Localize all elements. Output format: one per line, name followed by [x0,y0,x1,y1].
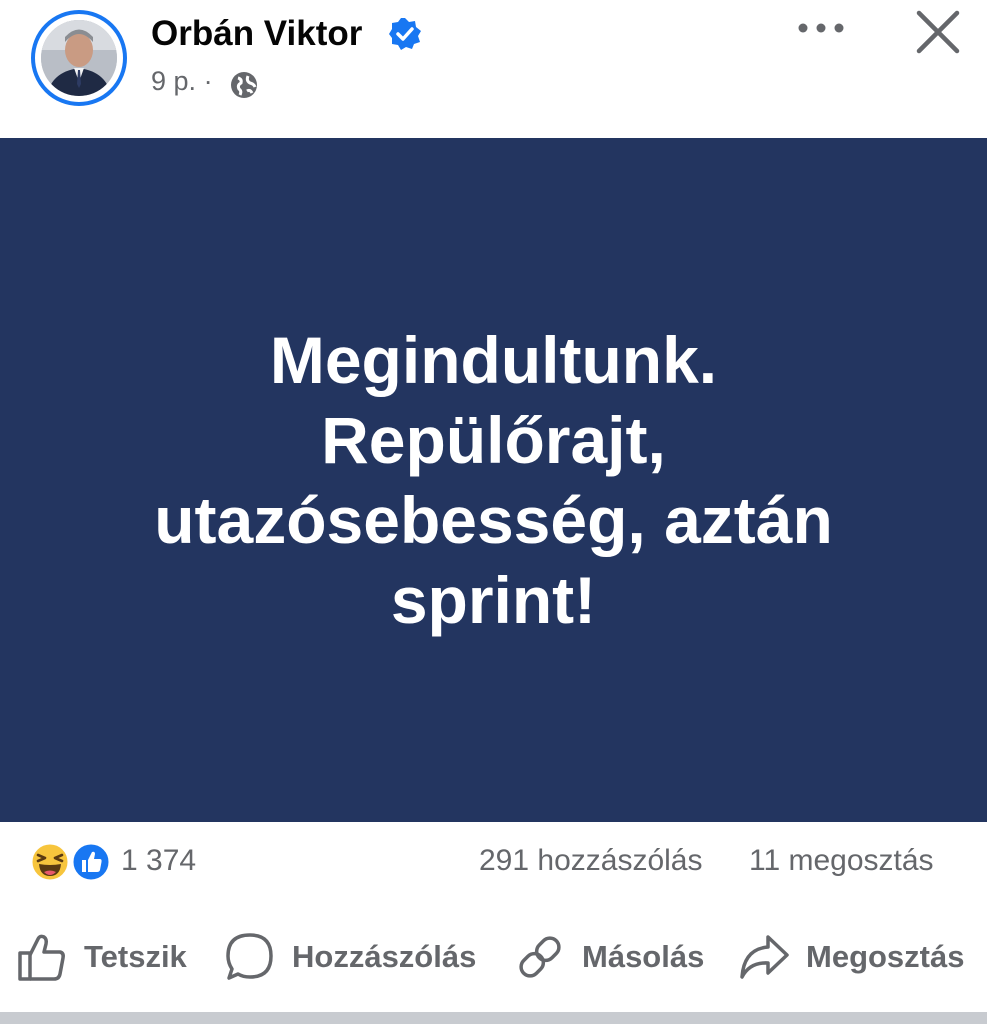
divider [0,1012,987,1024]
post-text-container: Megindultunk. Repülőrajt, utazósebesség,… [0,138,987,822]
like-reaction-icon[interactable] [71,842,111,882]
avatar[interactable] [31,10,127,106]
action-bar: Tetszik Hozzászólás Másolás Megosztás [0,915,987,1005]
share-arrow-icon [740,935,789,979]
more-options-icon[interactable] [795,14,847,42]
link-icon [519,936,561,978]
comments-count[interactable]: 291 hozzászólás [479,844,702,878]
author-name[interactable]: Orbán Viktor [151,14,362,54]
comment-label: Hozzászólás [292,939,477,974]
like-label: Tetszik [84,939,187,974]
meta-separator: · [203,66,213,96]
copy-label: Másolás [582,939,705,974]
globe-icon [231,72,257,98]
post-header: Orbán Viktor 9 p. · [0,0,987,138]
comment-button[interactable]: Hozzászólás [224,927,476,987]
reaction-count[interactable]: 1 374 [121,844,196,878]
share-button[interactable]: Megosztás [738,927,964,987]
post-stats: 1 374 291 hozzászólás 11 megosztás [0,830,987,900]
like-button[interactable]: Tetszik [16,927,187,987]
verified-badge-icon [389,18,421,50]
post-meta: 9 p. · [151,66,213,97]
post-time[interactable]: 9 p. [151,66,196,96]
post-text: Megindultunk. Repülőrajt, utazósebesség,… [154,323,833,637]
share-label: Megosztás [806,939,965,974]
profile-photo [41,20,117,96]
post-text-background[interactable]: Megindultunk. Repülőrajt, utazósebesség,… [0,138,987,822]
copy-link-button[interactable]: Másolás [514,927,704,987]
haha-reaction-icon[interactable] [30,842,70,882]
close-icon[interactable] [914,8,962,56]
shares-count[interactable]: 11 megosztás [749,844,934,878]
thumbs-up-icon [18,934,65,981]
comment-bubble-icon [226,933,273,980]
